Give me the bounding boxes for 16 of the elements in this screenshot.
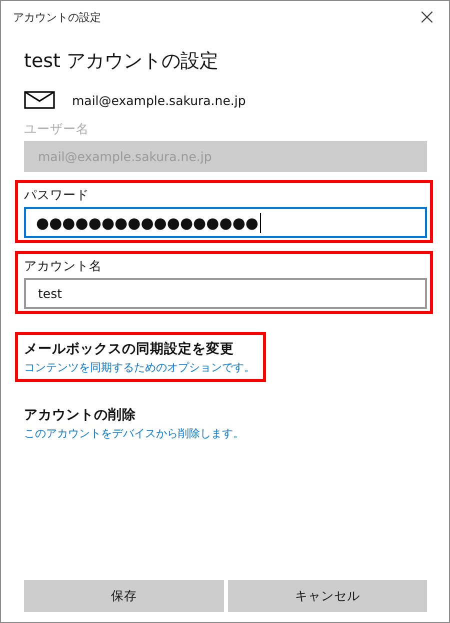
field-label: アカウント名	[24, 257, 103, 275]
section-title: メールボックスの同期設定を変更	[24, 340, 235, 358]
window-title: アカウントの設定	[13, 10, 101, 25]
section-title: アカウントの削除	[24, 406, 137, 424]
envelope-icon	[24, 91, 55, 109]
section-link[interactable]: このアカウントをデバイスから削除します。	[24, 426, 427, 441]
save-button[interactable]: 保存	[24, 580, 224, 612]
field-label: パスワード	[24, 186, 90, 204]
email-address: mail@example.sakura.ne.jp	[72, 92, 246, 108]
field-label: ユーザー名	[24, 120, 90, 138]
cancel-button[interactable]: キャンセル	[228, 580, 427, 612]
input-field[interactable]: test	[24, 278, 427, 309]
page-heading: test アカウントの設定	[24, 49, 220, 74]
close-button[interactable]: ×	[405, 1, 449, 34]
section-link[interactable]: コンテンツを同期するためのオプションです。	[24, 360, 255, 375]
input-field[interactable]: ●●●●●●●●●●●●●●●●●	[24, 207, 427, 238]
